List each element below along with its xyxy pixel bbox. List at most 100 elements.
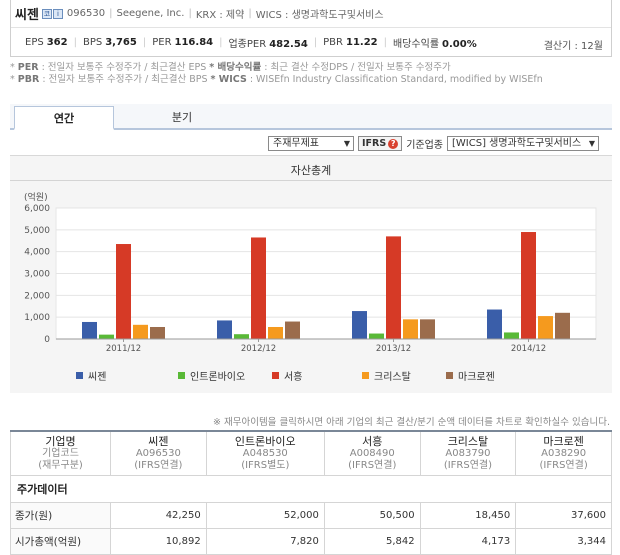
settlement-month: 결산기 : 12월	[543, 41, 603, 52]
x-tick-label: 2011/12	[106, 344, 141, 354]
bar	[217, 320, 232, 339]
table-cell: 7,820	[205, 528, 325, 555]
company-col-header: 서흥 A008490 (IFRS연결)	[323, 430, 421, 476]
legend-item: 인트론바이오	[178, 368, 245, 383]
company-col-header: 마크로젠 A038290 (IFRS연결)	[515, 430, 612, 476]
x-tick-label: 2013/12	[376, 344, 411, 354]
industry-select[interactable]: [WICS] 생명과학도구및서비스 ▼	[447, 136, 599, 151]
metric-notes: * PER : 전일자 보통주 수정주가 / 최근결산 EPS * 배당수익률 …	[10, 62, 543, 85]
chevron-down-icon: ▼	[588, 139, 595, 148]
y-tick-label: 1,000	[24, 313, 50, 323]
chart-controls: 주재무제표 ▼ IFRS? 기준업종 [WICS] 생명과학도구및서비스 ▼	[268, 136, 599, 151]
metric-per: PER 116.84	[152, 36, 214, 48]
krx-sector: KRX : 제약	[195, 10, 245, 21]
company-name: 씨젠	[15, 8, 39, 23]
tab-quarter[interactable]: 분기	[132, 106, 232, 130]
bar	[116, 244, 131, 339]
bar	[352, 311, 367, 339]
help-icon[interactable]: ?	[388, 138, 399, 149]
legend-swatch	[76, 372, 83, 379]
company-code: 096530	[66, 8, 106, 19]
bar	[386, 236, 401, 339]
legend-item: 서흥	[272, 368, 302, 383]
market-icon[interactable]: 코	[41, 8, 52, 19]
bar	[268, 326, 283, 339]
company-col-header: 인트론바이오 A048530 (IFRS별도)	[205, 430, 325, 476]
bar-chart: 0 1,000 2,000 3,000 4,000 5,000 6,000 2011/12 20…	[24, 204, 597, 354]
bar	[504, 332, 519, 339]
legend-swatch	[446, 372, 453, 379]
bar	[150, 326, 165, 339]
y-tick-label: 4,000	[24, 248, 50, 258]
ifrs-button[interactable]: IFRS?	[358, 136, 403, 151]
section-row: 주가데이터	[10, 475, 612, 503]
company-eng-name: Seegene, Inc.	[116, 8, 185, 19]
bar	[487, 309, 502, 339]
legend-label: 인트론바이오	[190, 372, 246, 383]
table-cell: 3,344	[515, 528, 612, 555]
metric-bps: BPS 3,765	[82, 36, 137, 48]
bar	[234, 334, 249, 339]
y-tick-label: 2,000	[24, 291, 50, 301]
y-tick-label: 0	[44, 335, 50, 345]
legend-label: 마크로젠	[458, 372, 495, 383]
metrics-row: EPS 362 | BPS 3,765 | PER 116.84 | 업종PER 482.54…	[25, 36, 477, 50]
table-cell: 37,600	[515, 502, 612, 529]
x-tick-label: 2012/12	[241, 344, 276, 354]
company-info-row: 씨젠 코i 096530 | Seegene, Inc. | KRX : 제약 …	[11, 0, 611, 28]
row-label[interactable]: 시가총액(억원)	[10, 528, 111, 555]
table-cell: 50,500	[323, 502, 421, 529]
table-row: 종가(원) 42,250 52,000 50,500 18,450 37,600	[10, 502, 612, 529]
metric-pbr: PBR 11.22	[323, 36, 378, 48]
table-cell: 10,892	[110, 528, 207, 555]
company-header: 씨젠 코i 096530 | Seegene, Inc. | KRX : 제약 …	[10, 0, 612, 57]
company-col-header: 크리스탈 A083790 (IFRS연결)	[419, 430, 517, 476]
section-title: 주가데이터	[10, 475, 612, 503]
legend-label: 서흥	[284, 372, 303, 383]
legend-item: 마크로젠	[446, 368, 495, 383]
legend-swatch	[362, 372, 369, 379]
bar	[538, 316, 553, 339]
industry-label: 기준업종	[406, 140, 443, 151]
table-cell: 42,250	[110, 502, 207, 529]
table-cell: 18,450	[419, 502, 517, 529]
bar	[251, 237, 266, 339]
table-row: 시가총액(억원) 10,892 7,820 5,842 4,173 3,344	[10, 528, 612, 555]
x-tick-label: 2014/12	[511, 344, 546, 354]
company-col-header: 씨젠 A096530 (IFRS연결)	[110, 430, 207, 476]
table-cell: 4,173	[419, 528, 517, 555]
bar	[555, 312, 570, 339]
bar	[99, 334, 114, 339]
bar	[285, 321, 300, 339]
y-tick-label: 6,000	[24, 204, 50, 214]
legend-item: 크리스탈	[362, 368, 411, 383]
legend-label: 씨젠	[88, 372, 107, 383]
company-icons: 코i	[41, 8, 63, 19]
metric-eps: EPS 362	[25, 36, 68, 48]
statement-select[interactable]: 주재무제표 ▼	[268, 136, 354, 151]
bar	[369, 333, 384, 339]
table-cell: 52,000	[205, 502, 325, 529]
table-cell: 5,842	[323, 528, 421, 555]
bar	[420, 319, 435, 339]
y-tick-label: 5,000	[24, 226, 50, 236]
header-label-cell: 기업명 기업코드 (재무구분)	[10, 430, 111, 476]
wics-sector: WICS : 생명과학도구및서비스	[255, 10, 384, 21]
info-icon[interactable]: i	[52, 8, 63, 19]
bar	[403, 319, 418, 339]
legend-swatch	[272, 372, 279, 379]
metric-dividend-yield: 배당수익률 0.00%	[393, 38, 477, 50]
chevron-down-icon: ▼	[343, 139, 350, 148]
chart-hint: ※ 재무아이템을 클릭하시면 아래 기업의 최근 결산/분기 순액 데이터를 차…	[213, 417, 610, 428]
bar	[521, 232, 536, 339]
row-label[interactable]: 종가(원)	[10, 502, 111, 529]
bar	[82, 321, 97, 339]
chart-panel: 자산총계 (억원) 0 1,000 2,000 3,000 4,000 5,000 6,00…	[10, 155, 612, 393]
legend-label: 크리스탈	[374, 372, 411, 383]
tab-annual[interactable]: 연간	[14, 106, 114, 130]
bar	[133, 324, 148, 339]
comparison-table: 기업명 기업코드 (재무구분) 씨젠 A096530 (IFRS연결) 인트론바이오…	[10, 430, 612, 555]
metric-sector-per: 업종PER 482.54	[228, 38, 308, 50]
legend-swatch	[178, 372, 185, 379]
legend-item: 씨젠	[76, 368, 106, 383]
